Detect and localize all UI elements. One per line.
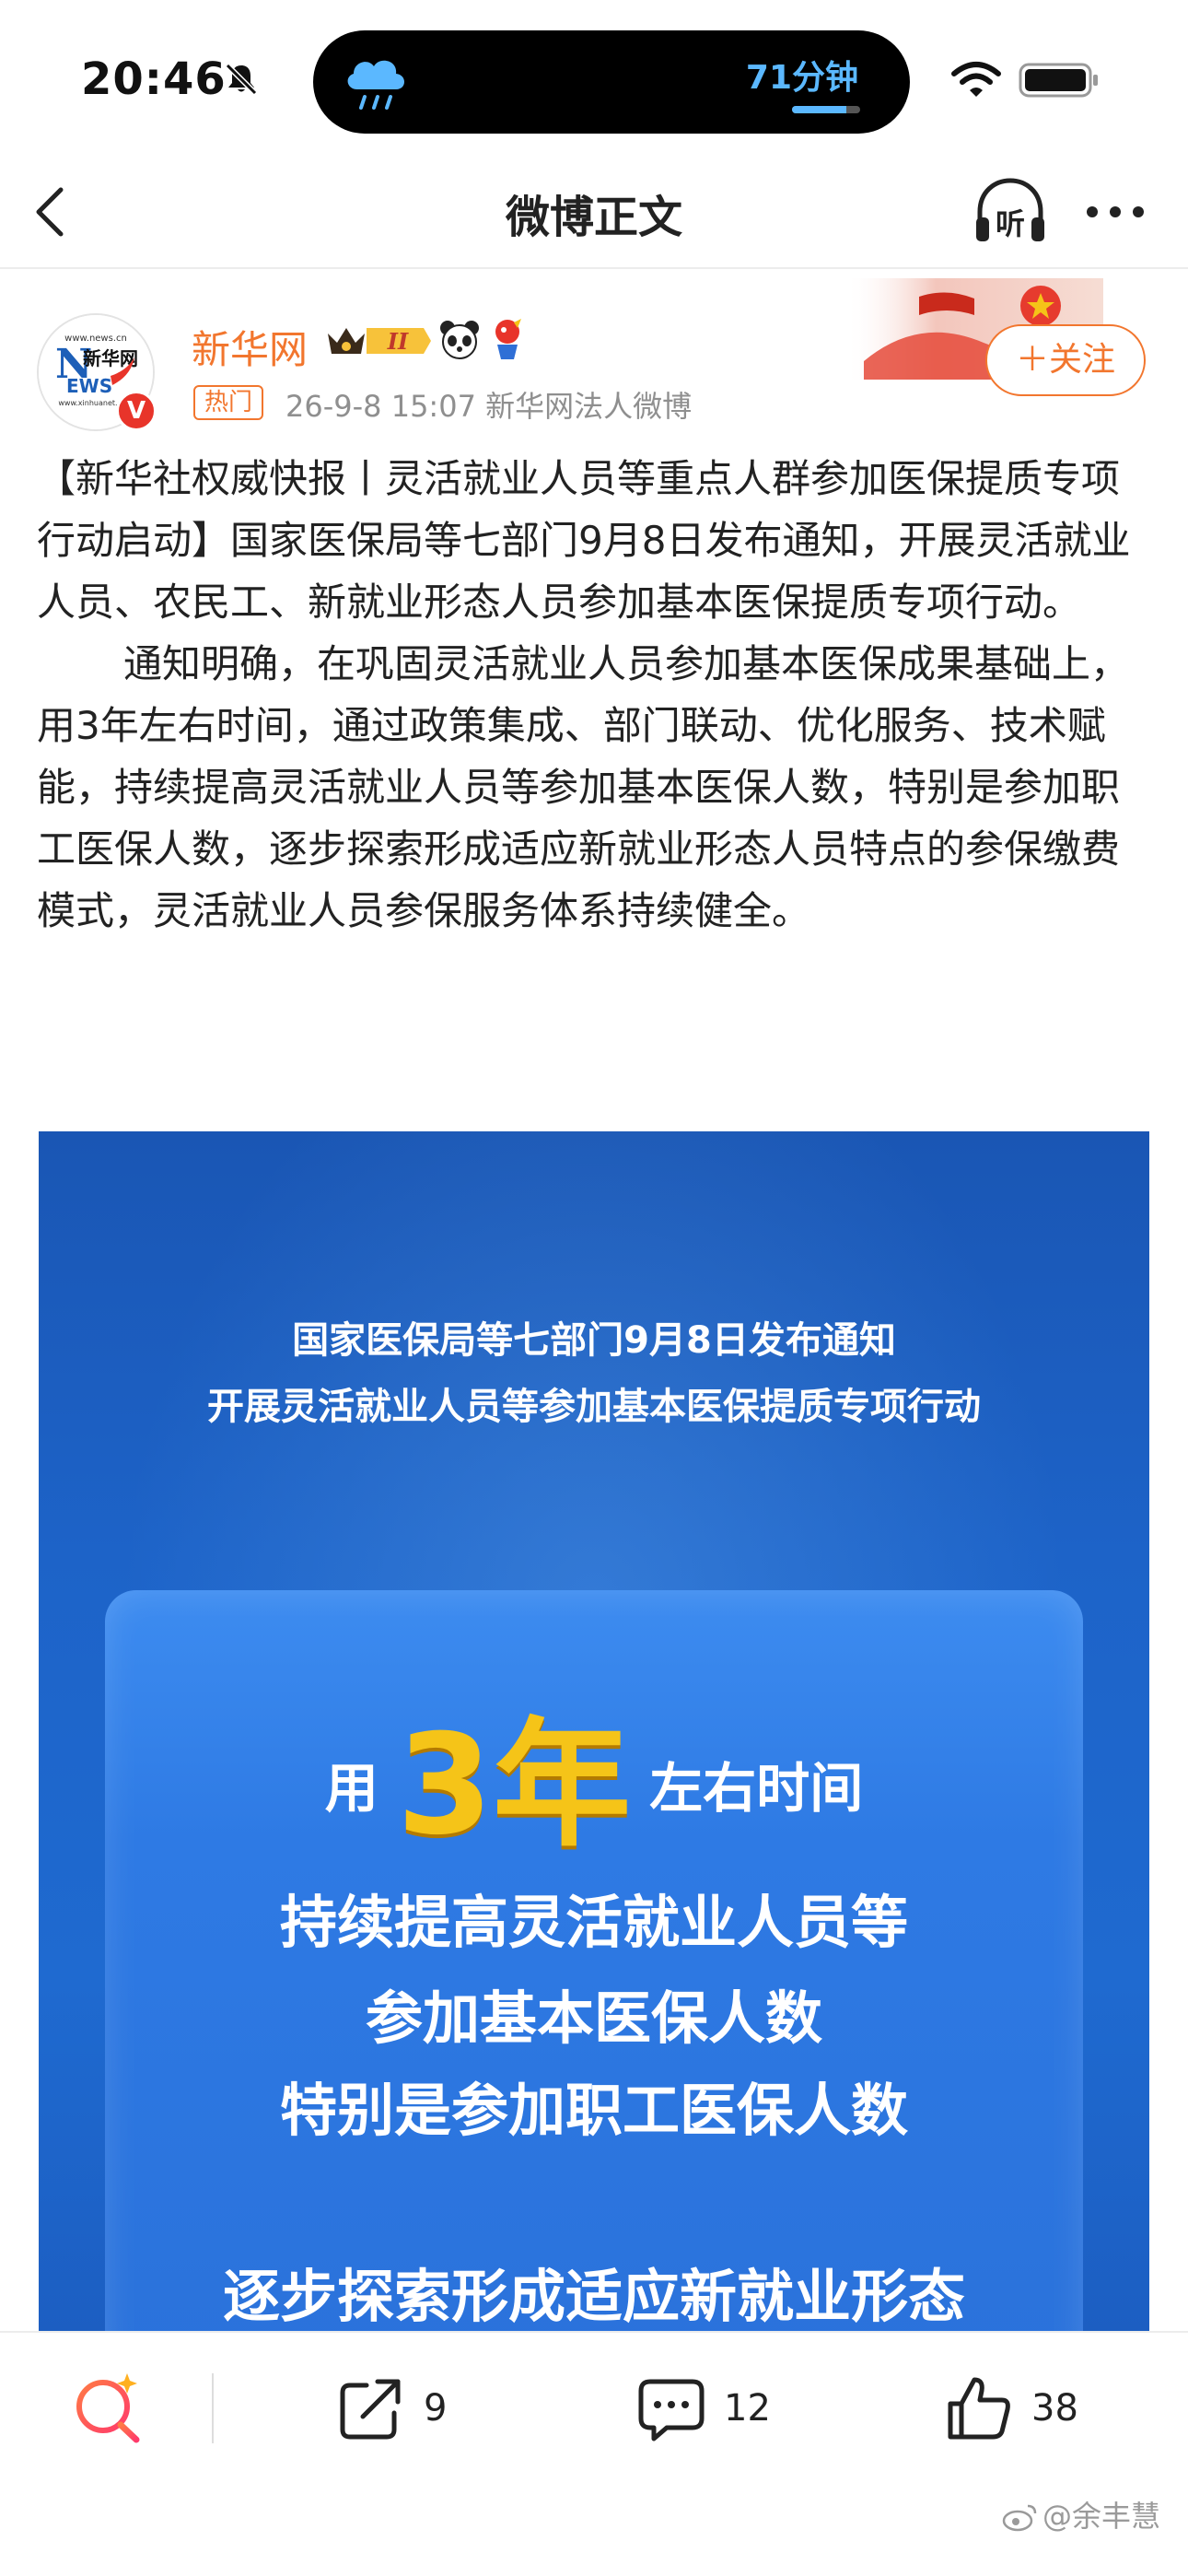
status-bar: 20:46 71分钟 (0, 0, 1188, 155)
listen-headphones-icon[interactable]: 听 (971, 175, 1050, 249)
image-headline-1: 国家医保局等七部门9月8日发布通知 (292, 1319, 896, 1362)
panel-line-3: 特别是参加职工医保人数 (279, 2077, 908, 2144)
ai-search-icon[interactable] (70, 2370, 146, 2445)
mascot-icon (495, 319, 521, 359)
thumbs-up-icon (948, 2377, 1010, 2440)
post-image[interactable]: 国家医保局等七部门9月8日发布通知 开展灵活就业人员等参加基本医保提质专项行动 … (39, 1131, 1149, 2338)
years-row: 用 3年 左右时间 (105, 1673, 1083, 1873)
follow-button[interactable]: ＋关注 (985, 324, 1146, 396)
hot-tag-badge: 热门 (193, 385, 264, 420)
years-number: 3年 (396, 1705, 632, 1866)
post-meta: 26-9-8 15:07 新华网法人微博 (285, 389, 693, 424)
weibo-logo-icon (1002, 2504, 1037, 2532)
avatar[interactable]: www.news.cn N 新华网 EWS www.xinhuanet.com … (37, 313, 157, 431)
island-progress-fill (792, 106, 847, 113)
panel-line-4: 逐步探索形成适应新就业形态 (222, 2263, 965, 2330)
panel-line-1: 持续提高灵活就业人员等 (279, 1889, 908, 1956)
wifi-icon (951, 62, 1001, 97)
comment-count: 12 (724, 2387, 771, 2430)
image-headline-2: 开展灵活就业人员等参加基本医保提质专项行动 (207, 1386, 981, 1428)
like-count: 38 (1031, 2387, 1078, 2430)
share-icon (340, 2379, 401, 2440)
panel-line-2: 参加基本医保人数 (365, 1985, 822, 2052)
more-dots-icon[interactable] (1083, 195, 1147, 228)
bar-divider (212, 2373, 214, 2443)
years-suffix: 左右时间 (649, 1757, 864, 1820)
watermark-text: @余丰慧 (1042, 2499, 1160, 2534)
like-button[interactable]: 38 (943, 2371, 1078, 2445)
bell-muted-icon (225, 63, 258, 96)
nav-bar: 微博正文 听 (0, 155, 1188, 269)
image-panel: 用 3年 左右时间 持续提高灵活就业人员等 参加基本医保人数 特别是参加职工医保人数… (105, 1590, 1083, 2338)
years-prefix: 用 (324, 1757, 379, 1820)
listen-label: 听 (996, 206, 1025, 241)
verified-badge: V (116, 391, 157, 431)
author-header: www.news.cn N 新华网 EWS www.xinhuanet.com … (0, 269, 1188, 431)
post-paragraph-2: 通知明确，在巩固灵活就业人员参加基本医保成果基础上，用3年左右时间，通过政策集成… (37, 641, 1130, 933)
status-time: 20:46 (81, 53, 227, 105)
svg-text:EWS: EWS (66, 375, 112, 397)
battery-icon (1019, 63, 1098, 98)
watermark: @余丰慧 (1002, 2493, 1160, 2535)
comment-icon (638, 2379, 705, 2441)
author-name[interactable]: 新华网 (192, 319, 308, 375)
island-minutes: 71分钟 (745, 59, 858, 97)
comment-button[interactable]: 12 (635, 2371, 771, 2445)
panda-icon (440, 321, 479, 359)
share-count: 9 (424, 2387, 448, 2430)
rain-cloud-icon (347, 60, 404, 110)
dynamic-island[interactable]: 71分钟 (313, 30, 910, 134)
post-body: 【新华社权威快报丨灵活就业人员等重点人群参加医保提质专项行动启动】国家医保局等七… (37, 448, 1153, 942)
member-crown-badge-icon[interactable]: II (324, 321, 433, 361)
island-progress-bar (792, 106, 860, 113)
svg-text:II: II (387, 328, 409, 355)
bottom-action-bar: 9 12 38 @余丰慧 (0, 2331, 1188, 2576)
post-paragraph-1: 【新华社权威快报丨灵活就业人员等重点人群参加医保提质专项行动启动】国家医保局等七… (37, 456, 1131, 625)
share-button[interactable]: 9 (335, 2371, 447, 2445)
